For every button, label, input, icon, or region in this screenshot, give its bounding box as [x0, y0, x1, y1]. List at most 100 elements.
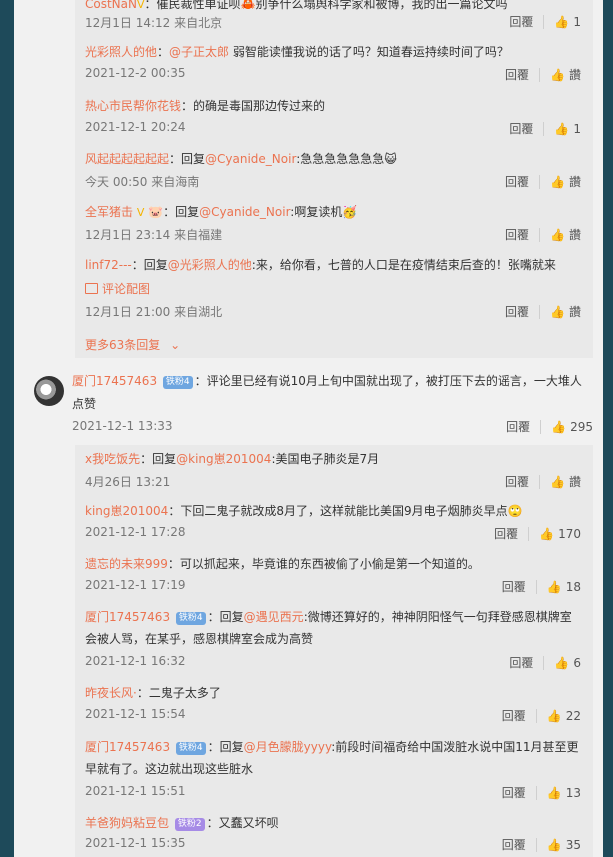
reply-button[interactable]: 回覆: [502, 578, 526, 595]
reply-text: ：又蠢又坏呗: [206, 816, 279, 830]
mention-link[interactable]: @月色朦胧yyyy: [244, 740, 332, 754]
thumbs-up-icon: 👍: [539, 526, 555, 541]
main-comment: 厦门17457463 铁粉4 ：评论里已经有说10月上旬中国就出现了，被打压下去的…: [14, 368, 603, 438]
reply-username[interactable]: 热心市民帮你花钱: [85, 99, 181, 113]
reply-username[interactable]: 羊爸狗妈粘豆包: [85, 816, 169, 830]
reply-meta: 2021-12-1 15:54: [85, 707, 186, 721]
divider: [535, 785, 537, 800]
image-icon: [85, 283, 98, 294]
like-button[interactable]: 👍 295: [551, 420, 593, 434]
like-button[interactable]: 👍 讚: [550, 66, 581, 83]
reply-button[interactable]: 回覆: [505, 473, 529, 490]
reply-button[interactable]: 回覆: [505, 66, 529, 83]
like-button[interactable]: 👍 6: [554, 656, 581, 670]
comment-image-link[interactable]: 评论配图: [85, 280, 150, 297]
list-item: 羊爸狗妈粘豆包 铁粉2 ：又蠢又坏呗 2021-12-1 15:35 回覆 👍 35: [75, 813, 593, 857]
reply-text: ：的确是毒国那边传过来的: [181, 99, 326, 113]
reply-username[interactable]: 遗忘的未来999: [85, 557, 168, 571]
reply-username[interactable]: 全军猪击: [85, 205, 133, 219]
thumbs-up-icon: 👍: [546, 708, 562, 723]
reply-button[interactable]: 回覆: [505, 303, 529, 320]
fan-badge: 铁粉4: [175, 742, 206, 755]
mention-link[interactable]: @Cyanide_Noir: [199, 205, 290, 219]
fan-badge: 铁粉2: [174, 818, 205, 831]
like-button[interactable]: 👍 讚: [550, 173, 581, 190]
thumbs-up-icon: 👍: [550, 174, 565, 189]
reply-username[interactable]: CostNaN: [85, 0, 137, 11]
mention-link[interactable]: @光彩照人的他: [168, 258, 252, 272]
mention-link[interactable]: @king崽201004: [176, 452, 271, 466]
mention-link[interactable]: @遇见西元: [244, 610, 304, 624]
reply-meta: 2021-12-1 17:19: [85, 578, 186, 592]
reply-meta: 2021-12-1 15:51: [85, 784, 186, 798]
like-button[interactable]: 👍 13: [547, 786, 581, 800]
like-button[interactable]: 👍 1: [554, 122, 581, 136]
reply-meta: 2021-12-1 17:28: [85, 525, 186, 539]
like-button[interactable]: 👍 22: [547, 709, 581, 723]
reply-meta: 12月1日 21:00 来自湖北: [85, 305, 223, 319]
reply-text: ：下回二鬼子就改成8月了，这样就能比美国9月电子烟肺炎早点🙄: [168, 504, 523, 518]
reply-thread-top: CostNaNV：催民裁性单证呗🦀别争什么塌舆科学家和被博，我的出一篇论文吗 1…: [75, 0, 593, 358]
divider: [543, 655, 545, 670]
like-button[interactable]: 👍 讚: [550, 226, 581, 243]
avatar[interactable]: [34, 376, 64, 406]
list-item: 全军猪击 V 🐷：回复@Cyanide_Noir:啊复读机🥳 12月1日 23:…: [85, 205, 581, 243]
reply-username[interactable]: 风起起起起起起: [85, 152, 169, 166]
thumbs-up-icon: 👍: [550, 227, 565, 242]
list-item: king崽201004：下回二鬼子就改成8月了，这样就能比美国9月电子烟肺炎早点…: [75, 501, 593, 549]
divider: [539, 67, 541, 82]
list-item: linf72---：回复@光彩照人的他:来，给你看，七普的人口是在疫情结束后查的…: [85, 258, 581, 320]
thumbs-up-icon: 👍: [546, 785, 562, 800]
comment-username[interactable]: 厦门17457463: [72, 374, 157, 388]
reply-button[interactable]: 回覆: [506, 418, 530, 435]
thumbs-up-icon: 👍: [546, 837, 562, 852]
reply-meta: 2021-12-1 16:32: [85, 654, 186, 668]
reply-username[interactable]: x我吃饭先: [85, 452, 140, 466]
reply-button[interactable]: 回覆: [502, 836, 526, 853]
reply-username[interactable]: king崽201004: [85, 504, 168, 518]
like-button[interactable]: 👍 170: [539, 527, 581, 541]
reply-button[interactable]: 回覆: [509, 654, 533, 671]
list-item: CostNaNV：催民裁性单证呗🦀别争什么塌舆科学家和被博，我的出一篇论文吗 1…: [75, 0, 593, 34]
divider: [535, 708, 537, 723]
divider: [539, 227, 541, 242]
reply-username[interactable]: 昨夜长风·: [85, 686, 137, 700]
reply-meta: 2021-12-2 00:35: [85, 66, 186, 80]
reply-text: 弱智能读懂我说的话了吗？知道春运持续时间了吗？: [229, 45, 509, 59]
thumbs-up-icon: 👍: [554, 14, 570, 29]
reply-button[interactable]: 回覆: [509, 120, 533, 137]
reply-text: :啊复读机🥳: [290, 205, 358, 219]
reply-text: ：二鬼子太多了: [136, 686, 221, 700]
mention-link[interactable]: @Cyanide_Noir: [205, 152, 296, 166]
list-item: 光彩照人的他：@子正太郎 弱智能读懂我说的话了吗？知道春运持续时间了吗？ 202…: [85, 45, 581, 83]
list-item: 昨夜长风·：二鬼子太多了 2021-12-1 15:54 回覆 👍 22: [75, 683, 593, 731]
reply-username[interactable]: 厦门17457463: [85, 610, 170, 624]
divider: [543, 14, 545, 29]
reply-username[interactable]: 光彩照人的他: [85, 45, 157, 59]
reply-button[interactable]: 回覆: [505, 226, 529, 243]
like-button[interactable]: 👍 1: [554, 15, 581, 29]
reply-meta: 2021-12-1 15:35: [85, 836, 186, 850]
more-replies-link[interactable]: 更多63条回复 ⌄: [85, 336, 180, 353]
fan-badge: 铁粉4: [162, 376, 193, 389]
thumbs-up-icon: 👍: [551, 419, 567, 434]
reply-button[interactable]: 回覆: [509, 13, 533, 30]
reply-button[interactable]: 回覆: [502, 784, 526, 801]
thumbs-up-icon: 👍: [554, 655, 570, 670]
reply-username[interactable]: linf72---: [85, 258, 132, 272]
like-button[interactable]: 👍 讚: [550, 303, 581, 320]
thumbs-up-icon: 👍: [550, 67, 565, 82]
mention-link[interactable]: @子正太郎: [169, 45, 229, 59]
reply-button[interactable]: 回覆: [505, 173, 529, 190]
like-button[interactable]: 👍 18: [547, 580, 581, 594]
reply-button[interactable]: 回覆: [494, 525, 518, 542]
reply-button[interactable]: 回覆: [502, 707, 526, 724]
like-button[interactable]: 👍 35: [547, 838, 581, 852]
reply-text: :美国电子肺炎是7月: [271, 452, 380, 466]
reply-meta: 12月1日 23:14 来自福建: [85, 228, 223, 242]
reply-text: ：催民裁性单证呗🦀别争什么塌舆科学家和被博，我的出一篇论文吗: [144, 0, 508, 11]
reply-username[interactable]: 厦门17457463: [85, 740, 170, 754]
divider: [535, 837, 537, 852]
like-button[interactable]: 👍 讚: [550, 473, 581, 490]
divider: [528, 526, 530, 541]
